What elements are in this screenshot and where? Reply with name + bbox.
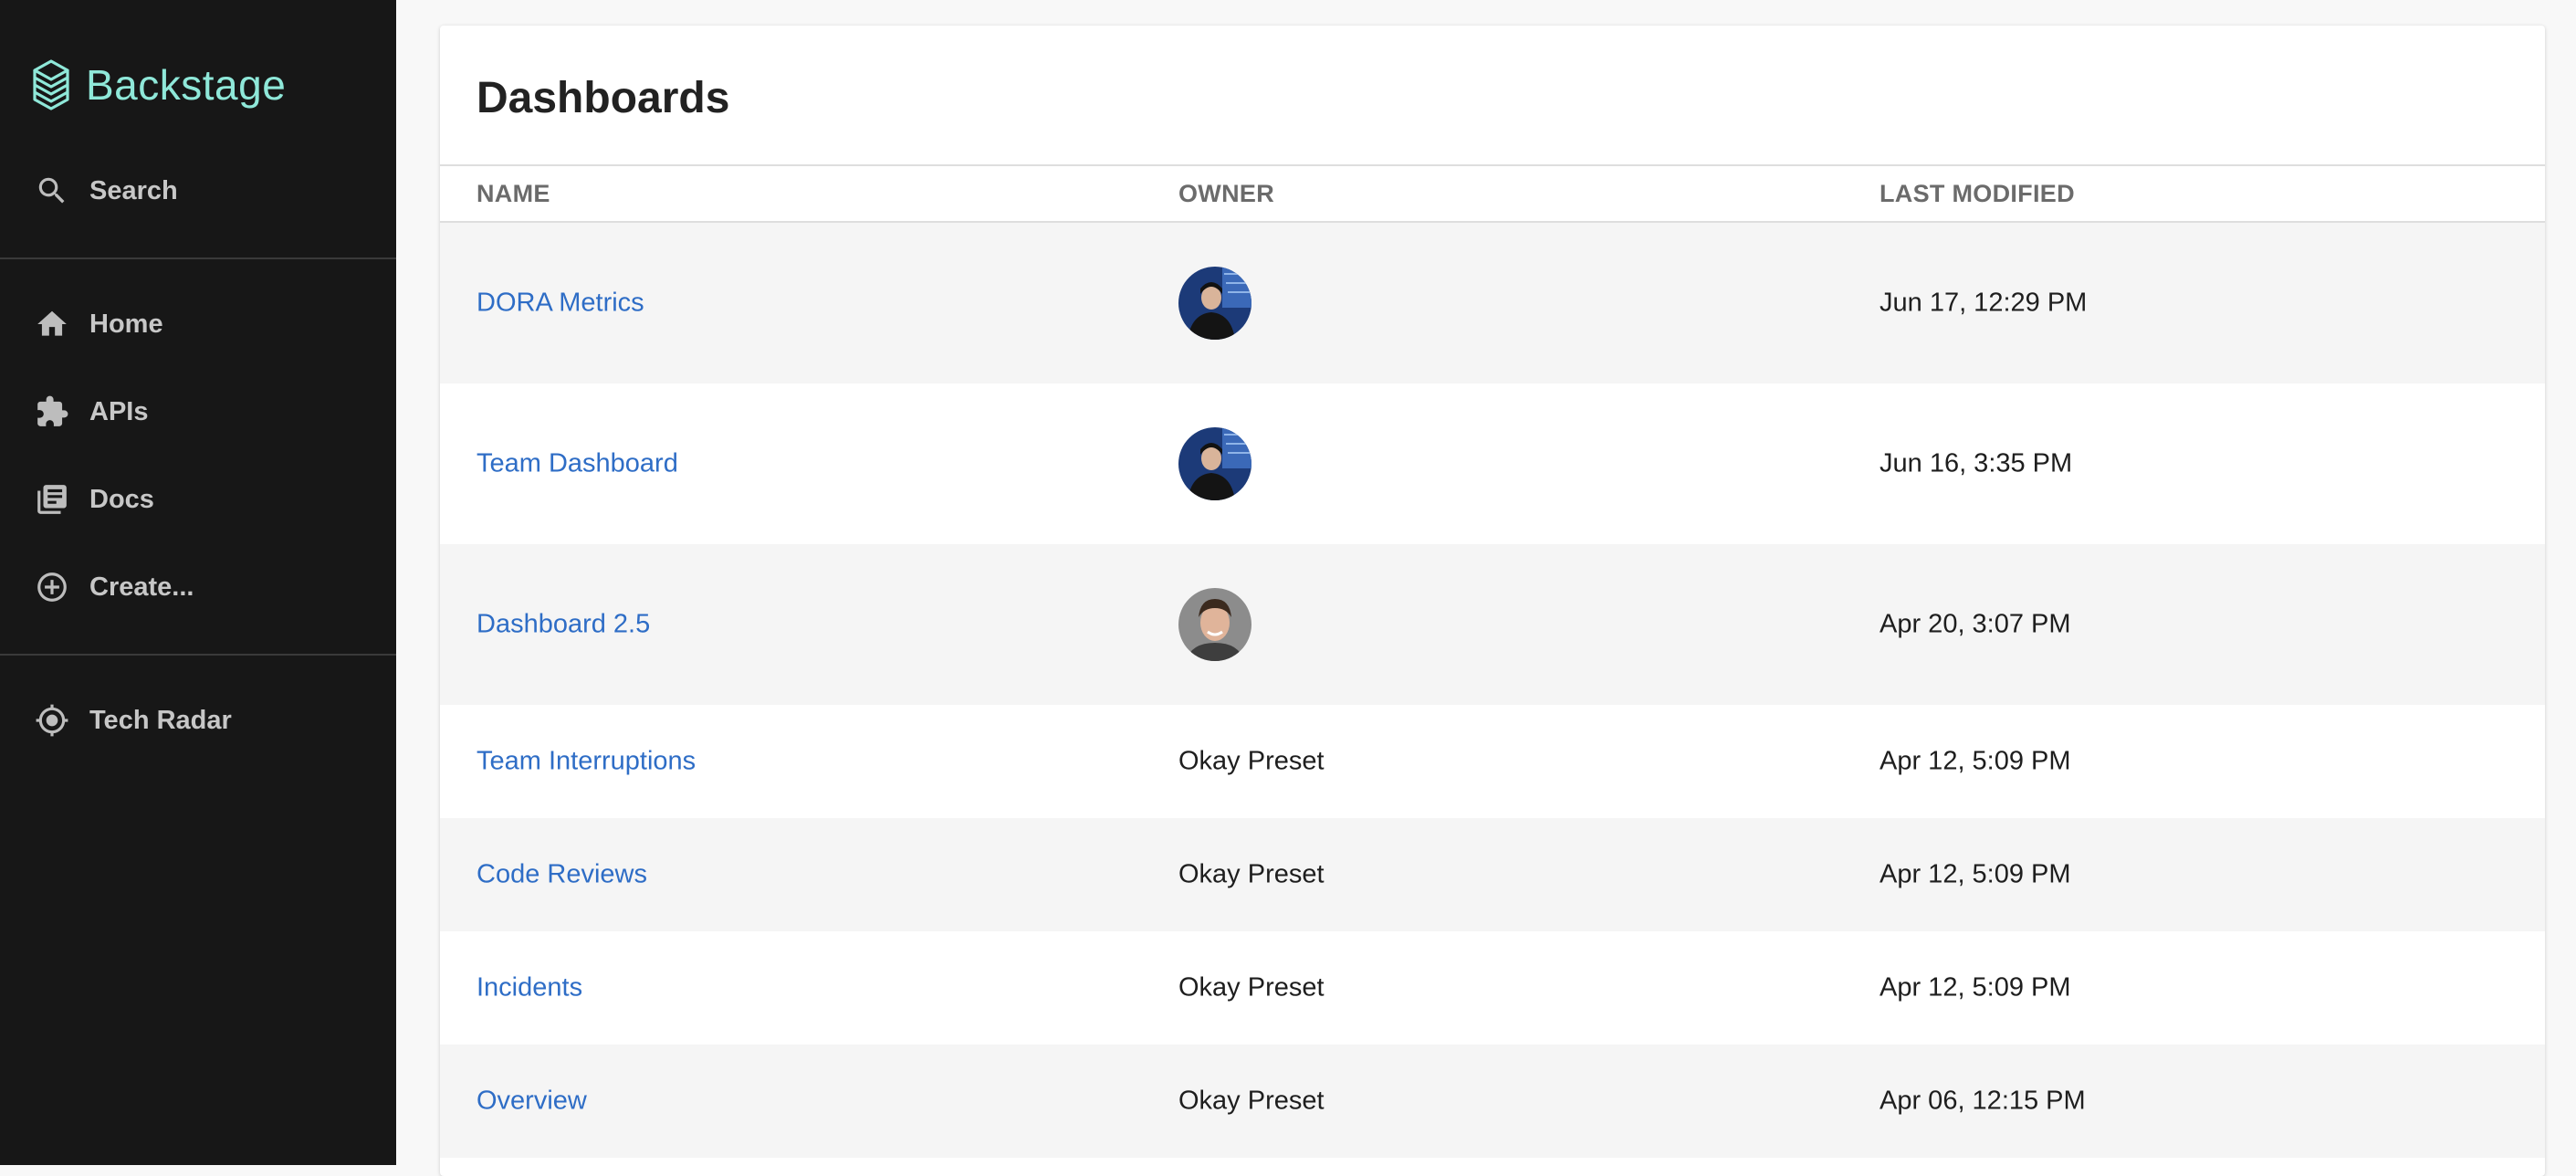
- last-modified: Apr 06, 12:15 PM: [1880, 1086, 2086, 1116]
- sidebar: Backstage Search Home APIs Docs Create..…: [0, 0, 396, 1165]
- owner-avatar[interactable]: [1178, 588, 1251, 661]
- table-row: Team Interruptions Okay Preset Apr 12, 5…: [440, 705, 2545, 818]
- sidebar-item-label: Create...: [89, 572, 194, 602]
- table-row: Team Dashboard Jun 16, 3:35 PM: [440, 383, 2545, 544]
- owner-name: Okay Preset: [1178, 859, 1325, 889]
- add-circle-icon: [34, 569, 70, 605]
- table-row: Incidents Okay Preset Apr 12, 5:09 PM: [440, 931, 2545, 1045]
- sidebar-item-search[interactable]: Search: [0, 158, 396, 224]
- brand-name: Backstage: [86, 61, 287, 109]
- dashboard-link[interactable]: Team Dashboard: [476, 449, 678, 479]
- owner-name: Okay Preset: [1178, 972, 1325, 1003]
- brand-logo-link[interactable]: Backstage: [29, 53, 286, 117]
- last-modified: Apr 12, 5:09 PM: [1880, 746, 2071, 776]
- table-row: DORA Metrics Jun 17, 12:29 PM: [440, 223, 2545, 383]
- owner-avatar[interactable]: [1178, 427, 1251, 500]
- sidebar-item-label: APIs: [89, 396, 149, 426]
- table-row: Dashboard 2.5 Apr 20, 3:07 PM: [440, 544, 2545, 705]
- backstage-logo-icon: [33, 59, 69, 110]
- last-modified: Apr 12, 5:09 PM: [1880, 972, 2071, 1003]
- sidebar-item-home[interactable]: Home: [0, 291, 396, 357]
- library-books-icon: [34, 481, 70, 518]
- dashboard-link[interactable]: Incidents: [476, 973, 582, 1003]
- column-header-name[interactable]: NAME: [476, 166, 550, 221]
- owner-name: Okay Preset: [1178, 1086, 1325, 1116]
- dashboard-link[interactable]: Team Interruptions: [476, 747, 696, 777]
- owner-name: Okay Preset: [1178, 746, 1325, 776]
- puzzle-icon: [34, 394, 70, 430]
- sidebar-item-docs[interactable]: Docs: [0, 467, 396, 532]
- sidebar-item-apis[interactable]: APIs: [0, 379, 396, 445]
- dashboard-link[interactable]: Dashboard 2.5: [476, 610, 650, 640]
- last-modified: Jun 17, 12:29 PM: [1880, 288, 2088, 318]
- sidebar-item-label: Home: [89, 309, 163, 339]
- sidebar-item-label: Docs: [89, 484, 154, 514]
- dashboard-link[interactable]: DORA Metrics: [476, 289, 644, 319]
- last-modified: Apr 20, 3:07 PM: [1880, 609, 2071, 639]
- home-icon: [34, 306, 70, 342]
- sidebar-item-create[interactable]: Create...: [0, 554, 396, 620]
- column-header-last-modified[interactable]: LAST MODIFIED: [1880, 166, 2075, 221]
- sidebar-divider: [0, 257, 396, 259]
- avatar-dark-icon: [1178, 267, 1251, 340]
- avatar-dark-icon: [1178, 427, 1251, 500]
- owner-avatar[interactable]: [1178, 267, 1251, 340]
- radar-icon: [34, 702, 70, 739]
- search-icon: [34, 173, 70, 209]
- last-modified: Jun 16, 3:35 PM: [1880, 448, 2073, 478]
- avatar-light-icon: [1178, 588, 1251, 661]
- page-title: Dashboards: [476, 74, 730, 122]
- table-header-row: NAME OWNER LAST MODIFIED: [440, 164, 2545, 223]
- sidebar-item-label: Tech Radar: [89, 705, 232, 735]
- last-modified: Apr 12, 5:09 PM: [1880, 859, 2071, 889]
- dashboard-link[interactable]: Overview: [476, 1087, 587, 1117]
- sidebar-divider: [0, 654, 396, 656]
- table-row: Code Reviews Okay Preset Apr 12, 5:09 PM: [440, 818, 2545, 931]
- column-header-owner[interactable]: OWNER: [1178, 166, 1274, 221]
- sidebar-item-label: Search: [89, 175, 178, 205]
- dashboards-card: Dashboards NAME OWNER LAST MODIFIED DORA…: [440, 26, 2545, 1176]
- table-row: Overview Okay Preset Apr 06, 12:15 PM: [440, 1045, 2545, 1158]
- dashboards-table: NAME OWNER LAST MODIFIED DORA Metrics Ju…: [440, 164, 2545, 1158]
- sidebar-item-tech-radar[interactable]: Tech Radar: [0, 688, 396, 753]
- dashboard-link[interactable]: Code Reviews: [476, 860, 647, 890]
